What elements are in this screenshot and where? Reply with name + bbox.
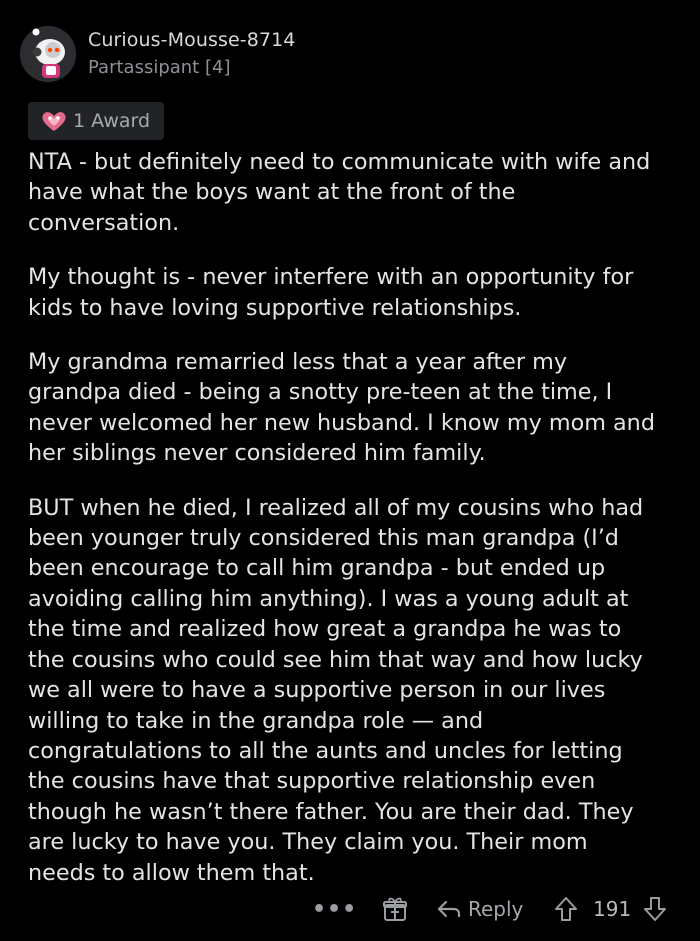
vote-score: 191: [593, 897, 632, 921]
give-award-button[interactable]: [381, 891, 409, 927]
comment: Curious-Mousse-8714 Partassipant [4] 1 A…: [0, 0, 700, 941]
heart-award-icon: [40, 109, 68, 133]
more-options-button[interactable]: •••: [312, 891, 357, 927]
user-flair: Partassipant [4]: [88, 57, 231, 78]
comment-actions: ••• Reply 191: [0, 891, 700, 927]
snoo-avatar-icon: [20, 26, 76, 82]
downvote-arrow-icon: [644, 897, 666, 921]
comment-paragraph: My thought is - never interfere with an …: [28, 264, 634, 321]
downvote-button[interactable]: [642, 891, 668, 927]
comment-header: Curious-Mousse-8714 Partassipant [4]: [20, 24, 295, 84]
username[interactable]: Curious-Mousse-8714: [88, 27, 295, 53]
upvote-button[interactable]: [553, 891, 579, 927]
comment-paragraph: BUT when he died, I realized all of my c…: [28, 494, 644, 886]
comment-paragraph: My grandma remarried less that a year af…: [28, 349, 655, 467]
reply-label: Reply: [468, 897, 524, 921]
comment-meta: Curious-Mousse-8714 Partassipant [4]: [88, 27, 295, 81]
comment-paragraph: NTA - but definitely need to communicate…: [28, 149, 651, 236]
comment-body: NTA - but definitely need to communicate…: [28, 147, 688, 912]
avatar[interactable]: [20, 26, 76, 82]
upvote-arrow-icon: [555, 897, 577, 921]
award-label: 1 Award: [73, 110, 151, 132]
reply-button[interactable]: Reply: [436, 891, 523, 927]
award-chip[interactable]: 1 Award: [28, 102, 165, 140]
reply-arrow-icon: [437, 900, 461, 918]
gift-icon: [383, 897, 407, 921]
